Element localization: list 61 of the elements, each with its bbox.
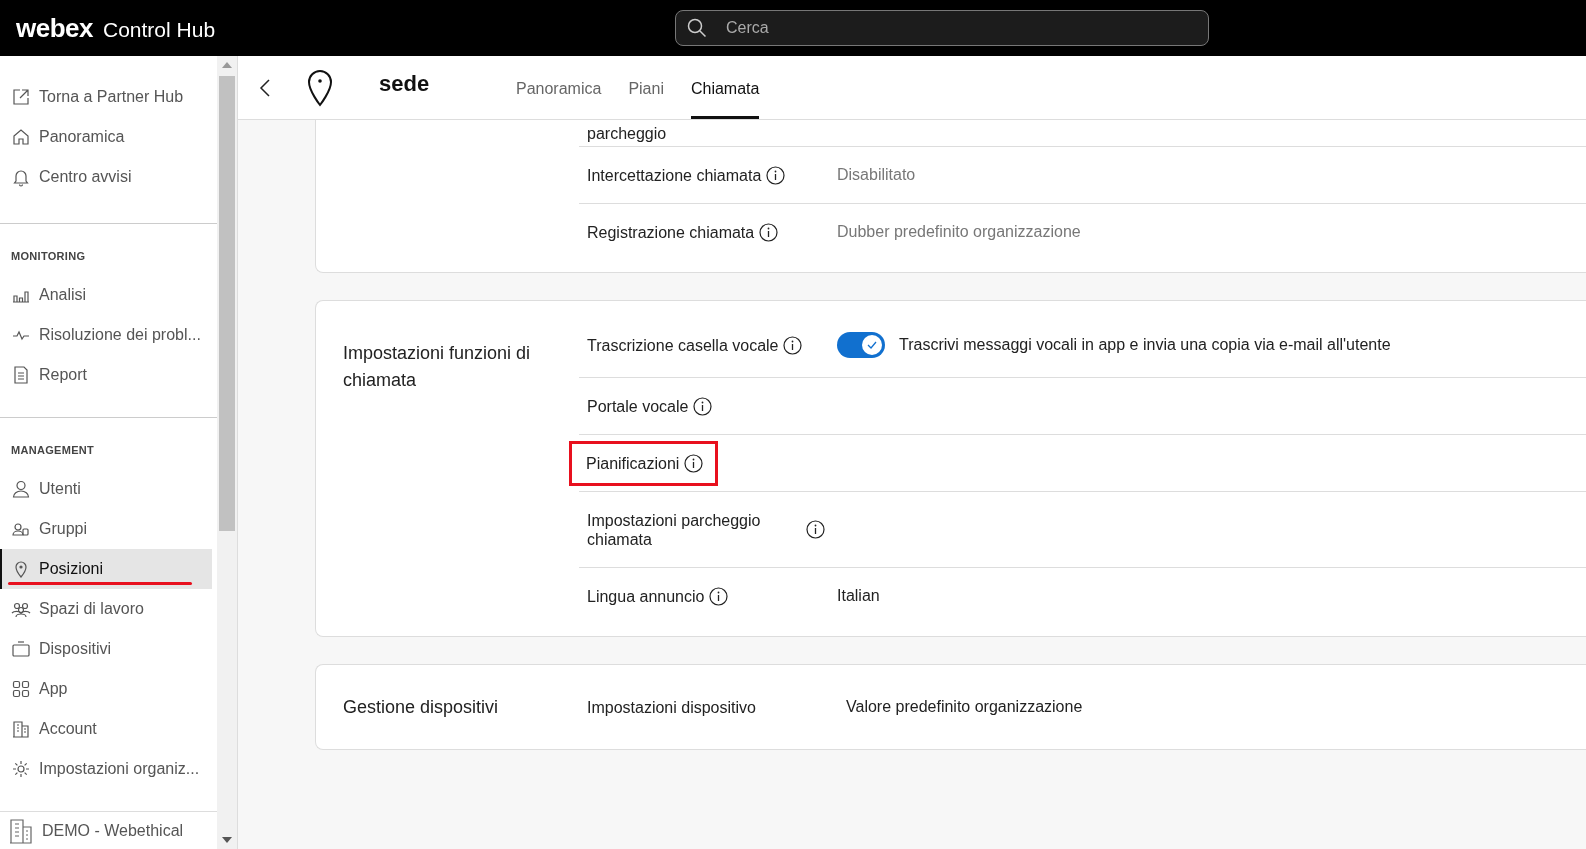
info-icon[interactable] [684, 453, 704, 473]
sidebar-item[interactable]: Spazi di lavoro [0, 589, 212, 629]
scrollbar[interactable] [217, 56, 238, 849]
tab[interactable]: Piani [628, 56, 664, 119]
info-icon[interactable] [693, 396, 713, 416]
setting-label: Registrazione chiamata [587, 222, 755, 242]
setting-label: Lingua annuncio [587, 586, 705, 606]
person-icon [11, 479, 31, 499]
external-link-icon [11, 87, 31, 107]
setting-label: Portale vocale [587, 396, 689, 416]
sidebar-item[interactable]: Gruppi [0, 509, 212, 549]
sidebar-item[interactable]: Panoramica [0, 117, 212, 157]
toggle-label: Trascrivi messaggi vocali in app e invia una copia via e-mail all'utente [899, 336, 1391, 354]
device-icon [11, 639, 31, 659]
setting-value: Valore predefinito organizzazione [846, 698, 1083, 716]
back-icon[interactable] [259, 78, 271, 97]
building-icon [11, 719, 31, 739]
sidebar-item[interactable]: Analisi [0, 275, 212, 315]
sidebar-item[interactable]: Account [0, 709, 212, 749]
sidebar-item[interactable]: Dispositivi [0, 629, 212, 669]
bell-icon [11, 167, 31, 187]
grid-icon [11, 679, 31, 699]
sidebar-item[interactable]: Impostazioni organiz... [0, 749, 212, 789]
sidebar-item[interactable]: Report [0, 355, 212, 395]
setting-label: Impostazioni parcheggio chiamata [587, 510, 762, 549]
setting-value: Italian [837, 587, 880, 605]
info-icon[interactable] [783, 335, 803, 355]
sidebar-item[interactable]: Centro avvisi [0, 157, 212, 197]
info-icon[interactable] [759, 222, 779, 242]
building-icon [9, 817, 33, 844]
scrollbar-thumb[interactable] [219, 76, 235, 531]
setting-value: Disabilitato [837, 166, 916, 184]
product-name: Control Hub [103, 17, 216, 42]
setting-label: Trascrizione casella vocale [587, 335, 779, 355]
organization-name: DEMO - Webethical [42, 821, 184, 840]
setting-label: Pianificazioni [586, 453, 680, 473]
sidebar-item[interactable]: App [0, 669, 212, 709]
section-heading: MONITORING [10, 250, 87, 264]
section-heading: MANAGEMENT [10, 444, 96, 458]
search-field[interactable]: Cerca [675, 10, 1209, 46]
webex-logo: webex [16, 12, 93, 44]
setting-label: Intercettazione chiamata [587, 165, 762, 185]
home-icon [11, 127, 31, 147]
info-icon[interactable] [709, 586, 729, 606]
tab[interactable]: Panoramica [516, 56, 602, 119]
sidebar-item[interactable]: Posizioni [0, 549, 212, 589]
check-icon [867, 341, 877, 349]
setting-label: Impostazioni dispositivo [587, 697, 756, 717]
sidebar-item[interactable]: Torna a Partner Hub [0, 77, 212, 117]
page-title: sede [379, 70, 431, 97]
section-title: Gestione dispositivi [343, 695, 500, 719]
info-icon[interactable] [806, 520, 825, 539]
sidebar-item[interactable]: Utenti [0, 469, 212, 509]
setting-label: parcheggio [587, 123, 667, 143]
section-title: Impostazioni funzioni di chiamata [343, 342, 532, 392]
sidebar-item[interactable]: Risoluzione dei probl... [0, 315, 212, 355]
location-pin-icon [306, 68, 334, 107]
toggle-switch[interactable] [837, 332, 885, 358]
document-icon [11, 365, 31, 385]
info-icon[interactable] [766, 165, 786, 185]
setting-value: Dubber predefinito organizzazione [837, 223, 1081, 241]
